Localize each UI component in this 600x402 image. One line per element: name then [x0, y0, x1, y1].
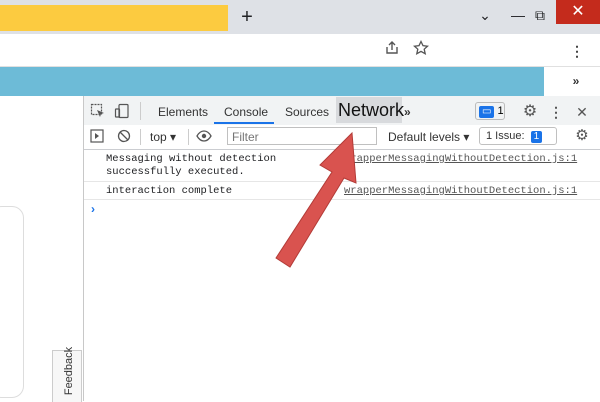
clear-console-icon[interactable]: [117, 129, 133, 145]
issues-count: 1: [530, 131, 543, 143]
more-tabs-button[interactable]: »: [404, 101, 411, 123]
toolbar-divider: [140, 129, 141, 145]
restore-button[interactable]: ⧉: [525, 2, 555, 28]
toolbar-divider: [188, 129, 189, 145]
log-message: Messaging without detection successfully…: [106, 153, 277, 178]
annotation-arrow-icon: [275, 131, 357, 268]
live-expression-eye-icon[interactable]: [196, 128, 214, 146]
new-tab-button[interactable]: +: [237, 4, 257, 30]
log-message: interaction complete: [106, 185, 233, 197]
close-devtools-icon[interactable]: ✕: [572, 101, 592, 123]
device-toolbar-icon[interactable]: [114, 103, 132, 121]
toolbar-divider: [140, 102, 141, 120]
issues-label: 1 Issue:: [486, 130, 525, 142]
share-icon[interactable]: [381, 40, 403, 62]
active-tab-indicator: [214, 122, 274, 124]
browser-tab[interactable]: [0, 5, 228, 31]
inspect-element-icon[interactable]: [90, 103, 108, 121]
messages-counter[interactable]: ▭ 1: [475, 102, 505, 120]
page-card: [0, 206, 24, 398]
issues-button[interactable]: 1 Issue: 1: [479, 127, 557, 145]
log-levels-dropdown[interactable]: Default levels ▾: [388, 128, 469, 146]
tab-search-chevron-icon[interactable]: ⌄: [470, 2, 500, 28]
tab-console[interactable]: Console: [224, 101, 268, 123]
messages-count: 1: [497, 105, 504, 117]
browser-menu-icon[interactable]: ⋮: [566, 40, 588, 62]
bookmark-star-icon[interactable]: [410, 39, 432, 62]
bookmarks-more-button[interactable]: »: [566, 70, 586, 92]
settings-gear-icon[interactable]: ⚙: [520, 101, 540, 123]
close-window-button[interactable]: ✕: [556, 0, 600, 24]
bookmarks-bar: [0, 67, 544, 96]
log-source-link[interactable]: wrapperMessagingWithoutDetection.js:1: [344, 185, 577, 198]
feedback-tab[interactable]: Feedback: [52, 346, 82, 402]
browser-toolbar: [0, 34, 600, 67]
feedback-label: Feedback: [63, 346, 76, 396]
context-selector[interactable]: top ▾: [150, 128, 176, 146]
log-source-link[interactable]: wrapperMessagingWithoutDetection.js:1: [344, 153, 577, 166]
tab-network[interactable]: Network: [338, 98, 404, 122]
console-settings-gear-icon[interactable]: ⚙: [573, 127, 591, 145]
devtools-menu-icon[interactable]: ⋮: [548, 101, 564, 123]
show-sidebar-icon[interactable]: [90, 129, 106, 145]
message-icon: ▭: [479, 106, 495, 118]
tab-sources[interactable]: Sources: [285, 101, 329, 123]
tab-elements[interactable]: Elements: [158, 101, 208, 123]
console-prompt[interactable]: ›: [91, 202, 95, 216]
